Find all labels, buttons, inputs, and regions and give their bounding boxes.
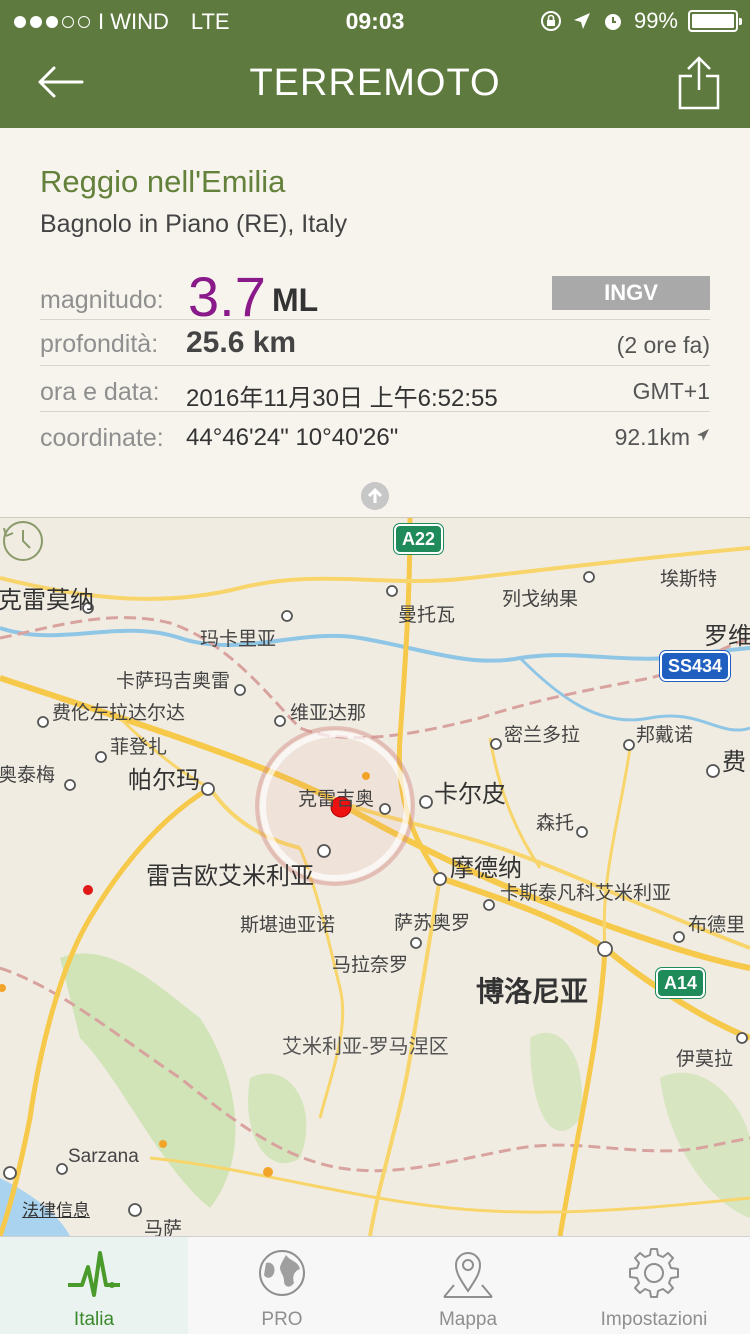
road-shield: A14 bbox=[656, 968, 706, 998]
magnitude-unit: ML bbox=[272, 282, 319, 318]
map-label: 雷吉欧艾米利亚 bbox=[146, 863, 314, 890]
map-label: 博洛尼亚 bbox=[476, 976, 589, 1007]
page-title: TERREMOTO bbox=[249, 62, 501, 104]
time-ago: (2 ore fa) bbox=[616, 332, 710, 358]
alarm-icon bbox=[604, 14, 621, 30]
timezone-value: GMT+1 bbox=[632, 378, 710, 404]
reset-location-icon[interactable] bbox=[0, 518, 46, 564]
distance-value: 92.1km bbox=[614, 424, 690, 450]
share-icon[interactable] bbox=[676, 54, 722, 112]
map-label: 伊莫拉 bbox=[676, 1049, 734, 1070]
depth-row: profondità: 25.6 km (2 ore fa) bbox=[40, 320, 710, 366]
map-label: 费 bbox=[722, 749, 746, 776]
road-shield: A22 bbox=[394, 524, 444, 554]
tab-italia[interactable]: Italia bbox=[0, 1237, 188, 1334]
tab-bar: Italia PRO Mappa Impostazioni bbox=[0, 1236, 750, 1334]
map-label: 菲登扎 bbox=[110, 737, 168, 758]
tab-label: Mappa bbox=[438, 1309, 498, 1330]
map-label: 马拉奈罗 bbox=[332, 955, 409, 976]
coordinates-row: coordinate: 44°46'24" 10°40'26" 92.1km bbox=[40, 412, 710, 462]
map-label: 卡尔皮 bbox=[434, 781, 506, 808]
battery-percent: 99% bbox=[633, 8, 678, 33]
road-shield: SS434 bbox=[660, 651, 731, 681]
datetime-value: 2016年11月30日 上午6:52:55 bbox=[186, 385, 498, 412]
globe-icon bbox=[259, 1250, 305, 1296]
map-label: 费伦左拉达尔达 bbox=[52, 703, 186, 724]
map-label: Sarzana bbox=[68, 1146, 139, 1167]
tab-label: Italia bbox=[73, 1309, 115, 1330]
map-label: 萨苏奥罗 bbox=[394, 913, 471, 934]
source-badge[interactable]: INGV bbox=[552, 276, 710, 310]
map-label: 克雷吉奥 bbox=[298, 789, 375, 810]
map-label: 卡斯泰凡科艾米利亚 bbox=[500, 883, 672, 904]
map-label: 克雷莫纳 bbox=[0, 587, 94, 614]
location-arrow-icon bbox=[573, 13, 590, 29]
tab-label: PRO bbox=[261, 1309, 303, 1330]
depth-value: 25.6 km bbox=[186, 326, 297, 359]
map-label: 卡萨玛吉奥雷 bbox=[116, 671, 231, 692]
rotation-lock-icon bbox=[540, 11, 561, 31]
map-label: 森托 bbox=[536, 813, 575, 834]
map-label: 列戈纳果 bbox=[502, 589, 579, 610]
map-view[interactable]: 克雷莫纳 曼托瓦 列戈纳果 埃斯特 罗维 玛卡里亚 卡萨玛吉奥雷 费伦左拉达尔达… bbox=[0, 518, 750, 1236]
map-label: 邦戴诺 bbox=[636, 725, 694, 746]
battery-icon bbox=[688, 10, 742, 32]
top-bar: I WIND LTE 09:03 99% TERREMOTO bbox=[0, 0, 750, 128]
gear-icon bbox=[629, 1248, 679, 1298]
map-label: 维亚达那 bbox=[290, 703, 367, 724]
datetime-label: ora e data: bbox=[40, 378, 160, 406]
tab-impostazioni[interactable]: Impostazioni bbox=[560, 1237, 748, 1334]
depth-label: profondità: bbox=[40, 330, 159, 358]
tab-label: Impostazioni bbox=[600, 1309, 708, 1330]
quake-region: Bagnolo in Piano (RE), Italy bbox=[40, 210, 348, 238]
quake-info-panel: Reggio nell'Emilia Bagnolo in Piano (RE)… bbox=[0, 128, 750, 518]
pulse-icon bbox=[68, 1251, 120, 1297]
city-markers bbox=[0, 571, 748, 1217]
quake-city: Reggio nell'Emilia bbox=[40, 164, 286, 199]
map-pin-icon bbox=[443, 1252, 493, 1298]
map-label: 曼托瓦 bbox=[398, 605, 456, 626]
map-label: 帕尔玛 bbox=[128, 767, 200, 794]
magnitude-row: magnitudo: 3.7 ML INGV bbox=[40, 265, 710, 328]
map-label: 艾米利亚-罗马涅区 bbox=[282, 1036, 449, 1058]
tab-mappa[interactable]: Mappa bbox=[374, 1237, 562, 1334]
map-label: 密兰多拉 bbox=[504, 725, 581, 746]
magnitude-label: magnitudo: bbox=[40, 286, 164, 314]
collapse-arrow-icon[interactable] bbox=[361, 482, 389, 510]
legal-link[interactable]: 法律信息 bbox=[22, 1196, 90, 1221]
map-label: 奥泰梅 bbox=[0, 765, 56, 786]
map-label: 埃斯特 bbox=[660, 569, 718, 590]
coordinates-value: 44°46'24" 10°40'26" bbox=[186, 424, 399, 451]
distance-arrow-icon bbox=[697, 429, 709, 441]
datetime-row: ora e data: 2016年11月30日 上午6:52:55 GMT+1 bbox=[40, 366, 710, 412]
map-label: 罗维 bbox=[704, 623, 750, 650]
map-label: 布德里 bbox=[688, 915, 746, 936]
map-label: 斯堪迪亚诺 bbox=[240, 915, 336, 936]
tab-pro[interactable]: PRO bbox=[188, 1237, 376, 1334]
coordinates-label: coordinate: bbox=[40, 424, 164, 452]
map-label: 玛卡里亚 bbox=[200, 629, 277, 650]
status-bar: I WIND LTE 09:03 99% bbox=[0, 0, 750, 40]
map-label: 马萨 bbox=[144, 1219, 183, 1236]
